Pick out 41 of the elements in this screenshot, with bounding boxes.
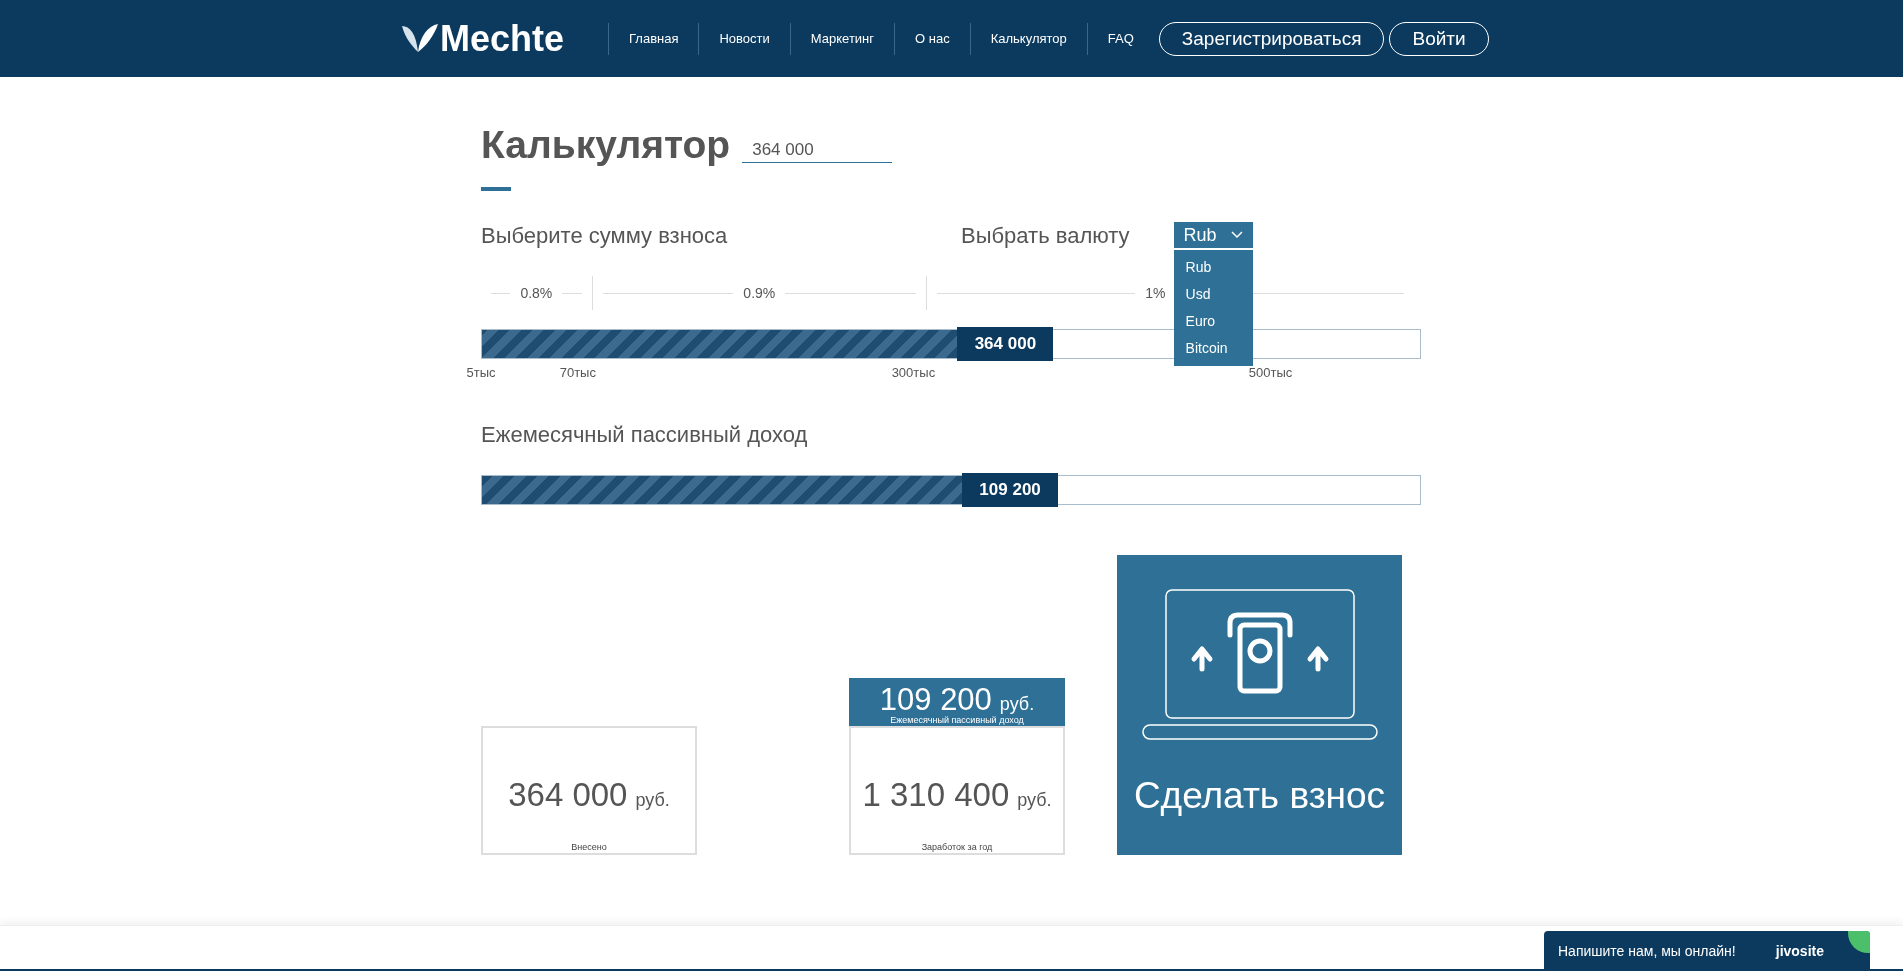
- rate-label: 0.9%: [743, 285, 776, 301]
- currency-option[interactable]: Bitcoin: [1173, 335, 1253, 362]
- currency-unit: руб.: [635, 790, 670, 811]
- section-heading: Выберите сумму взноса: [481, 223, 729, 249]
- bird-logo-icon: [402, 23, 438, 54]
- nav-link[interactable]: FAQ: [1087, 31, 1154, 46]
- deposit-button[interactable]: Сделать взнос: [1117, 555, 1402, 855]
- currency-option[interactable]: Usd: [1173, 281, 1253, 308]
- rate-label: 0.8%: [520, 285, 553, 301]
- laptop-cash-icon: [1141, 589, 1378, 741]
- chat-widget[interactable]: Напишите нам, мы онлайн! jivosite: [1544, 931, 1870, 971]
- currency-option[interactable]: Rub: [1173, 254, 1253, 281]
- slider-handle[interactable]: 364 000: [957, 327, 1054, 361]
- rate-label: 1%: [1145, 285, 1166, 301]
- currency-dropdown[interactable]: Rub: [1173, 222, 1253, 250]
- amount-text: 364 000: [508, 776, 628, 814]
- chat-text: Напишите нам, мы онлайн!: [1558, 943, 1736, 959]
- currency-unit: руб.: [1017, 790, 1052, 811]
- slider-track[interactable]: 109 200: [481, 475, 1421, 505]
- card-caption: Внесено: [571, 842, 607, 852]
- page-title: Калькулятор: [481, 123, 731, 167]
- currency-unit: руб.: [999, 695, 1035, 713]
- card-caption: Заработок за год: [921, 842, 993, 852]
- scale-label: 300тыс: [891, 365, 936, 380]
- nav-link[interactable]: Новости: [699, 31, 790, 46]
- scale-label: 5тыс: [466, 365, 496, 380]
- logo-text[interactable]: Mechte: [440, 17, 565, 60]
- section-heading: Ежемесячный пассивный доход: [481, 422, 809, 448]
- scale-label: 70тыс: [559, 365, 596, 380]
- nav-link[interactable]: О нас: [895, 31, 970, 46]
- nav-link[interactable]: Главная: [609, 31, 699, 46]
- slider-handle[interactable]: 109 200: [962, 473, 1059, 507]
- chevron-icon: [1230, 231, 1243, 239]
- amount-text: 109 200: [879, 684, 992, 715]
- nav-link[interactable]: Калькулятор: [970, 31, 1087, 46]
- scale-label: 500тыс: [1248, 365, 1293, 380]
- amount-text: 1 310 400: [862, 776, 1010, 814]
- card-caption: Ежемесячный пассивный доход: [890, 715, 1024, 726]
- chat-brand: jivosite: [1775, 943, 1824, 959]
- currency-label: Выбрать валюту: [961, 223, 1130, 249]
- nav-link[interactable]: Маркетинг: [790, 31, 895, 46]
